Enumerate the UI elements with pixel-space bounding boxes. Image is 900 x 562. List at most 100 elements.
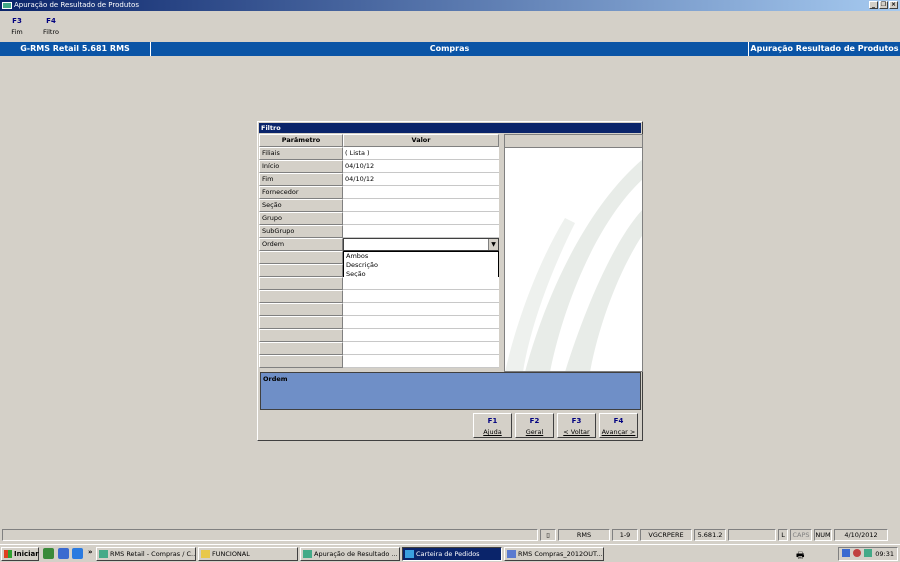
task-rms-compras[interactable]: RMS Retail - Compras / C...: [96, 547, 196, 561]
empty-row-value: [343, 277, 499, 290]
ajuda-button[interactable]: F1 Ajuda: [473, 413, 512, 438]
quicklaunch-excel-icon[interactable]: [43, 548, 54, 559]
fkey-code: F3: [12, 17, 22, 25]
dialog-title: Filtro: [259, 123, 641, 133]
button-label: Avançar >: [601, 428, 636, 436]
printer-icon[interactable]: 🖶: [796, 548, 805, 562]
status-user: VGCRPERE: [640, 529, 692, 541]
status-caps: CAPS: [790, 529, 812, 541]
ordem-dropdown-list: Ambos Descrição Seção: [343, 251, 499, 280]
status-version: 5.681.2: [694, 529, 726, 541]
ordem-select[interactable]: ▼: [343, 238, 499, 251]
quicklaunch-outlook-icon[interactable]: [58, 548, 69, 559]
window-titlebar: Apuração de Resultado de Produtos _ ❐ ×: [0, 0, 900, 11]
empty-row-label: [259, 251, 343, 264]
status-l: L: [778, 529, 788, 541]
banner-system: G-RMS Retail 5.681 RMS: [20, 44, 130, 53]
fim-button[interactable]: F3 Fim: [2, 17, 32, 36]
rms-icon: [303, 550, 312, 558]
filter-dialog: Filtro Parâmetro Valor Filiais ( Lista )…: [257, 121, 643, 441]
fkey-label: Filtro: [43, 28, 59, 36]
task-label: Carteira de Pedidos: [416, 550, 480, 558]
folder-icon: [201, 550, 210, 558]
empty-row-value: [343, 355, 499, 368]
param-value-secao[interactable]: [343, 199, 499, 212]
close-button[interactable]: ×: [889, 1, 898, 9]
start-button[interactable]: Iniciar: [1, 547, 39, 561]
param-value-fim[interactable]: 04/10/12: [343, 173, 499, 186]
empty-row-label: [259, 316, 343, 329]
param-label-inicio: Início: [259, 160, 343, 173]
empty-row-label: [259, 264, 343, 277]
param-value-fornecedor[interactable]: [343, 186, 499, 199]
status-system: RMS: [558, 529, 610, 541]
param-value-inicio[interactable]: 04/10/12: [343, 160, 499, 173]
task-label: RMS Compras_2012OUT...: [518, 550, 603, 558]
document-icon: [507, 550, 516, 558]
param-label-filiais: Filiais: [259, 147, 343, 160]
taskbar: Iniciar » RMS Retail - Compras / C... FU…: [0, 544, 900, 562]
task-rms-compras-doc[interactable]: RMS Compras_2012OUT...: [504, 547, 604, 561]
module-banner: G-RMS Retail 5.681 RMS Compras Apuração …: [0, 42, 900, 56]
column-header-valor: Valor: [343, 134, 499, 147]
minimize-button[interactable]: _: [869, 1, 878, 9]
decorative-panel: [504, 134, 643, 372]
empty-row-label: [259, 303, 343, 316]
geral-button[interactable]: F2 Geral: [515, 413, 554, 438]
tray-app-icon[interactable]: [864, 549, 872, 557]
parameter-description: Ordem: [260, 372, 641, 410]
param-value-filiais[interactable]: ( Lista ): [343, 147, 499, 160]
task-funcional[interactable]: FUNCIONAL: [198, 547, 298, 561]
task-apuracao[interactable]: Apuração de Resultado ...: [300, 547, 400, 561]
restore-button[interactable]: ❐: [879, 1, 888, 9]
windows-logo-icon: [4, 550, 12, 558]
button-key: F2: [529, 417, 540, 425]
param-value-subgrupo[interactable]: [343, 225, 499, 238]
task-carteira-pedidos[interactable]: Carteira de Pedidos: [402, 547, 502, 561]
system-tray: 09:31: [838, 547, 898, 561]
voltar-button[interactable]: F3 < Voltar: [557, 413, 596, 438]
param-value-grupo[interactable]: [343, 212, 499, 225]
clock[interactable]: 09:31: [875, 550, 894, 558]
security-icon[interactable]: [853, 549, 861, 557]
param-label-subgrupo: SubGrupo: [259, 225, 343, 238]
button-key: F4: [613, 417, 624, 425]
empty-row-label: [259, 355, 343, 368]
document-icon: ▯: [540, 529, 556, 541]
fkey-code: F4: [46, 17, 56, 25]
filtro-button[interactable]: F4 Filtro: [36, 17, 66, 36]
rms-icon: [99, 550, 108, 558]
empty-row-value: [343, 303, 499, 316]
dropdown-option-ambos[interactable]: Ambos: [344, 252, 498, 261]
column-header-parametro: Parâmetro: [259, 134, 343, 147]
empty-row-value: [343, 342, 499, 355]
task-label: Apuração de Resultado ...: [314, 550, 398, 558]
button-key: F3: [571, 417, 582, 425]
status-bar: ▯ RMS 1-9 VGCRPERE 5.681.2 L CAPS NUM 4/…: [0, 528, 900, 542]
quicklaunch-ie-icon[interactable]: [72, 548, 83, 559]
button-label: Geral: [525, 428, 544, 436]
start-label: Iniciar: [14, 550, 39, 558]
status-date: 4/10/2012: [834, 529, 888, 541]
watermark-swoosh-icon: [505, 159, 642, 371]
quicklaunch-more-icon[interactable]: »: [88, 548, 93, 556]
network-icon[interactable]: [842, 549, 850, 557]
button-label: Ajuda: [483, 428, 502, 436]
empty-row-label: [259, 342, 343, 355]
button-key: F1: [487, 417, 498, 425]
empty-row-label: [259, 329, 343, 342]
avancar-button[interactable]: F4 Avançar >: [599, 413, 638, 438]
chevron-down-icon[interactable]: ▼: [488, 239, 498, 250]
dropdown-option-descricao[interactable]: Descrição: [344, 261, 498, 270]
empty-row-value: [343, 316, 499, 329]
banner-module: Compras: [429, 44, 470, 53]
status-message: [2, 529, 538, 541]
param-label-secao: Seção: [259, 199, 343, 212]
param-label-fim: Fim: [259, 173, 343, 186]
banner-screen: Apuração Resultado de Produtos: [750, 44, 899, 53]
status-blank: [728, 529, 776, 541]
empty-row-value: [343, 290, 499, 303]
empty-row-label: [259, 290, 343, 303]
empty-row-label: [259, 277, 343, 290]
task-label: FUNCIONAL: [212, 550, 250, 558]
